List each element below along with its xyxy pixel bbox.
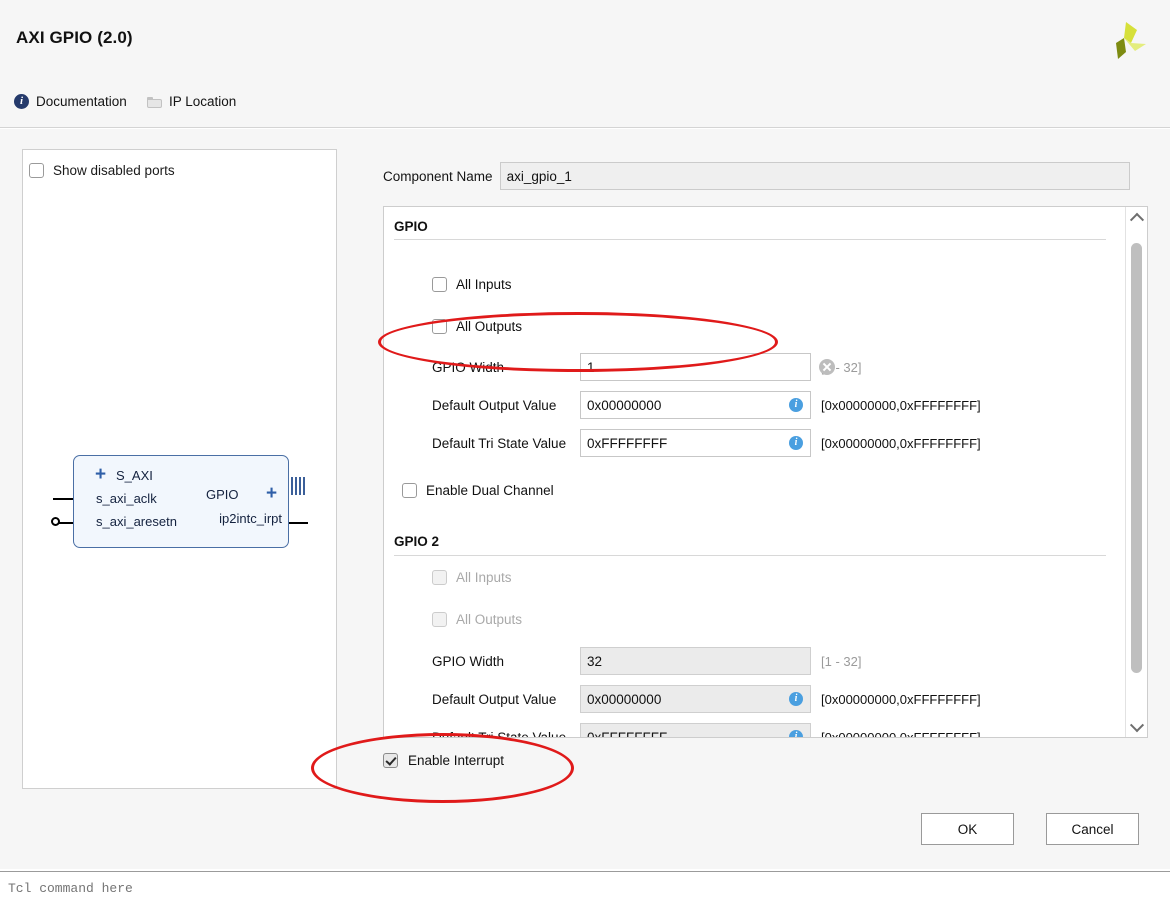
dialog-body: Show disabled ports + S_AXI s_axi_aclk s…: [0, 129, 1170, 869]
gpio2-default-output-input-wrap: i: [580, 685, 811, 713]
gpio2-all-outputs-checkbox: All Outputs: [432, 612, 522, 627]
show-disabled-ports-label: Show disabled ports: [53, 163, 175, 178]
gpio2-width-input: [580, 647, 811, 675]
component-name-input[interactable]: [499, 162, 1130, 190]
gpio-all-outputs-label: All Outputs: [456, 319, 523, 334]
gpio-width-field: GPIO Width [1 - 32]: [432, 353, 861, 381]
gpio2-width-input-wrap: [580, 647, 811, 675]
info-circle-icon[interactable]: i: [789, 692, 803, 706]
enable-interrupt-label: Enable Interrupt: [408, 753, 505, 768]
gpio2-default-output-label: Default Output Value: [432, 691, 557, 707]
xilinx-pinwheel-logo: [1116, 22, 1146, 59]
documentation-link[interactable]: i Documentation: [14, 94, 127, 109]
folder-icon: [147, 96, 162, 108]
enable-dual-channel-checkbox[interactable]: Enable Dual Channel: [402, 483, 554, 498]
reset-pin-line: [59, 522, 74, 524]
checkbox-box: [383, 753, 398, 768]
port-label-gpio: GPIO: [206, 487, 239, 502]
clear-circle-icon[interactable]: [819, 359, 835, 375]
gpio-default-tristate-label: Default Tri State Value: [432, 435, 567, 451]
documentation-label: Documentation: [36, 94, 127, 109]
cancel-button[interactable]: Cancel: [1046, 813, 1139, 845]
section-divider-gpio2: [394, 555, 1106, 556]
checkbox-box: [29, 163, 44, 178]
gpio2-all-inputs-checkbox: All Inputs: [432, 570, 512, 585]
gpio-default-tristate-input-wrap: i: [580, 429, 811, 457]
gpio2-default-tristate-input: [580, 723, 811, 737]
link-bar: i Documentation IP Location: [0, 80, 1170, 128]
clock-pin-line: [53, 498, 74, 500]
port-label-s-axi: S_AXI: [116, 468, 153, 483]
vertical-scrollbar[interactable]: [1125, 207, 1147, 737]
component-name-label: Component Name: [383, 168, 493, 184]
section-divider-gpio: [394, 239, 1106, 240]
tcl-command-input[interactable]: [6, 880, 1110, 897]
gpio-all-inputs-label: All Inputs: [456, 277, 512, 292]
checkbox-box: [432, 277, 447, 292]
scroll-up-button[interactable]: [1126, 208, 1147, 227]
scroll-down-button[interactable]: [1126, 717, 1147, 736]
show-disabled-ports-checkbox[interactable]: Show disabled ports: [29, 163, 175, 178]
gpio-all-inputs-checkbox[interactable]: All Inputs: [432, 277, 512, 292]
config-scroll-panel: GPIO All Inputs All Outputs GPIO Width […: [383, 206, 1148, 738]
gpio-default-output-range-hint: [0x00000000,0xFFFFFFFF]: [821, 397, 981, 413]
gpio-width-input-wrap: [580, 353, 835, 381]
expand-saxi-icon[interactable]: +: [95, 465, 106, 484]
info-circle-icon: i: [14, 94, 29, 109]
gpio-default-output-label: Default Output Value: [432, 397, 557, 413]
gpio-default-output-input-wrap: i: [580, 391, 811, 419]
info-circle-icon[interactable]: i: [789, 398, 803, 412]
gpio2-default-tristate-range-hint: [0x00000000,0xFFFFFFFF]: [821, 729, 981, 738]
checkbox-box: [402, 483, 417, 498]
gpio2-default-output-input: [580, 685, 811, 713]
info-circle-icon[interactable]: i: [789, 436, 803, 450]
checkbox-box: [432, 612, 447, 627]
gpio-default-output-field: Default Output Value i [0x00000000,0xFFF…: [432, 391, 981, 419]
ok-button[interactable]: OK: [921, 813, 1014, 845]
gpio2-default-tristate-input-wrap: i: [580, 723, 811, 737]
gpio-width-input[interactable]: [580, 353, 811, 381]
ip-block-symbol: + S_AXI s_axi_aclk s_axi_aresetn GPIO + …: [73, 455, 289, 548]
gpio2-width-range-hint: [1 - 32]: [821, 653, 862, 669]
gpio-width-label: GPIO Width: [432, 359, 505, 375]
config-scroll-content: GPIO All Inputs All Outputs GPIO Width […: [384, 207, 1125, 737]
tcl-command-bar: [0, 871, 1170, 905]
component-name-row: Component Name: [383, 162, 1130, 190]
irq-pin-line: [288, 522, 308, 524]
ip-symbol-panel: Show disabled ports + S_AXI s_axi_aclk s…: [22, 149, 337, 789]
gpio-default-output-input[interactable]: [580, 391, 811, 419]
checkbox-box: [432, 570, 447, 585]
port-label-ip2intc-irpt: ip2intc_irpt: [219, 511, 282, 526]
gpio2-width-label: GPIO Width: [432, 653, 505, 669]
gpio2-default-output-field: Default Output Value i [0x00000000,0xFFF…: [432, 685, 981, 713]
gpio2-width-field: GPIO Width [1 - 32]: [432, 647, 861, 675]
section-title-gpio: GPIO: [394, 219, 428, 234]
gpio2-default-tristate-label: Default Tri State Value: [432, 729, 567, 738]
chevron-down-icon: [1129, 717, 1144, 732]
info-circle-icon[interactable]: i: [789, 730, 803, 737]
enable-dual-channel-label: Enable Dual Channel: [426, 483, 554, 498]
gpio-all-outputs-checkbox[interactable]: All Outputs: [432, 319, 522, 334]
ip-location-link[interactable]: IP Location: [147, 94, 236, 109]
ip-location-label: IP Location: [169, 94, 237, 109]
gpio2-default-output-range-hint: [0x00000000,0xFFFFFFFF]: [821, 691, 981, 707]
gpio2-all-outputs-label: All Outputs: [456, 612, 523, 627]
chevron-up-icon: [1129, 212, 1144, 227]
gpio-bus-bars-icon: [291, 477, 305, 495]
scrollbar-thumb[interactable]: [1131, 243, 1142, 673]
enable-interrupt-checkbox[interactable]: Enable Interrupt: [383, 753, 504, 768]
gpio-default-tristate-range-hint: [0x00000000,0xFFFFFFFF]: [821, 435, 981, 451]
page-title: AXI GPIO (2.0): [16, 28, 133, 47]
port-label-aclk: s_axi_aclk: [96, 491, 157, 506]
gpio-default-tristate-field: Default Tri State Value i [0x00000000,0x…: [432, 429, 981, 457]
gpio2-default-tristate-field: Default Tri State Value i [0x00000000,0x…: [432, 723, 981, 737]
dialog-header: AXI GPIO (2.0): [0, 0, 1170, 80]
section-title-gpio2: GPIO 2: [394, 534, 440, 549]
checkbox-box: [432, 319, 447, 334]
gpio-default-tristate-input[interactable]: [580, 429, 811, 457]
expand-gpio-icon[interactable]: +: [266, 484, 277, 503]
gpio2-all-inputs-label: All Inputs: [456, 570, 512, 585]
